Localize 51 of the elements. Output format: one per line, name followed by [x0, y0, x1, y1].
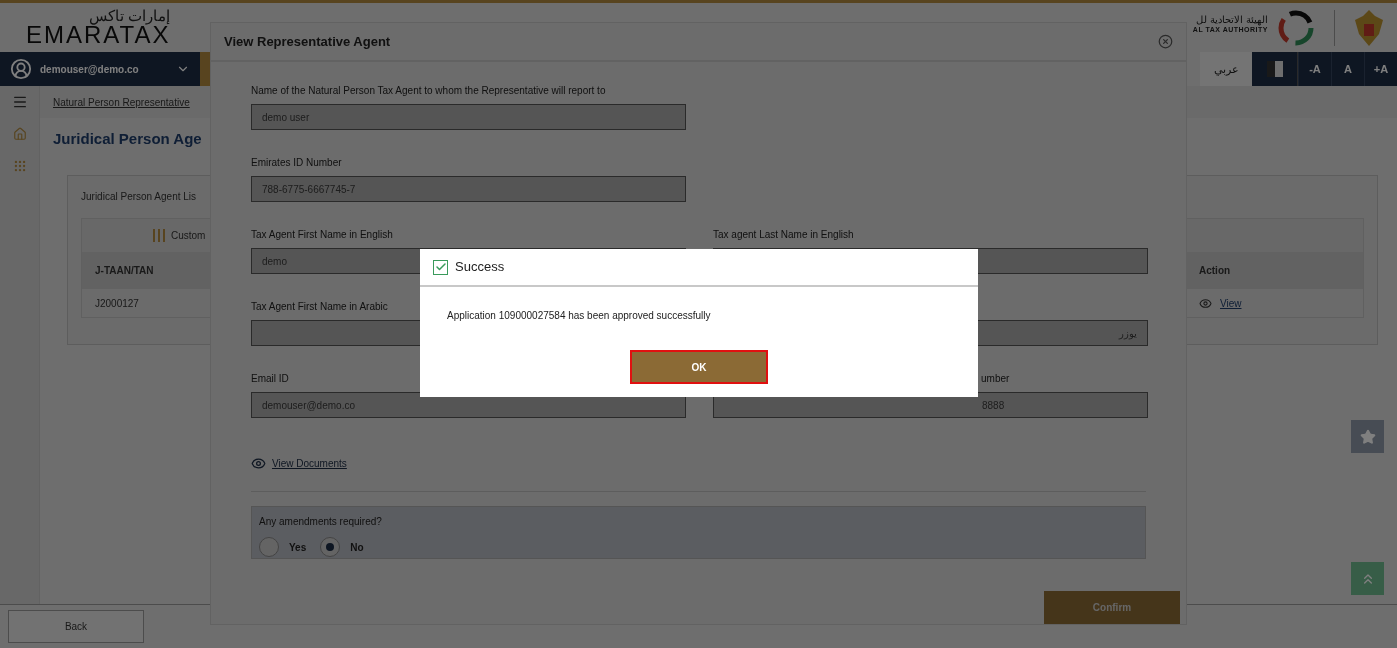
- falcon-emblem-icon: [1353, 7, 1385, 48]
- field-label: Tax Agent First Name in English: [251, 229, 393, 240]
- field-label: umber: [981, 373, 1010, 384]
- breadcrumb-link[interactable]: Natural Person Representative: [53, 94, 190, 110]
- accent-strip: [200, 52, 210, 86]
- back-button[interactable]: Back: [8, 610, 144, 643]
- user-menu[interactable]: demouser@demo.co: [0, 52, 200, 86]
- language-button[interactable]: عربي: [1200, 52, 1252, 86]
- page-title: Juridical Person Age: [53, 130, 202, 147]
- ok-button[interactable]: OK: [630, 350, 768, 384]
- home-icon[interactable]: [12, 127, 27, 141]
- checkbox-check-icon: [433, 259, 448, 275]
- group-header-text: Custom: [171, 229, 206, 243]
- dialog-title: Success: [455, 258, 505, 277]
- confirm-button[interactable]: Confirm: [1044, 591, 1180, 624]
- text-field[interactable]: 788-6775-6667745-7: [251, 176, 686, 202]
- eye-icon: [251, 456, 266, 471]
- modal-title: View Representative Agent: [224, 32, 391, 51]
- card-title: Juridical Person Agent Lis: [81, 191, 197, 202]
- view-link[interactable]: View: [1220, 295, 1242, 311]
- table-cell: J2000127: [95, 297, 139, 309]
- font-size-button[interactable]: -A: [1298, 52, 1331, 86]
- contrast-button[interactable]: [1252, 52, 1298, 86]
- star-icon: [1359, 428, 1376, 445]
- field-label: Email ID: [251, 373, 289, 384]
- grid-icon[interactable]: [12, 159, 27, 173]
- column-header: J-TAAN/TAN: [95, 265, 154, 276]
- field-label: Name of the Natural Person Tax Agent to whom the Representative will report to: [251, 85, 606, 96]
- font-size-button[interactable]: +A: [1364, 52, 1397, 86]
- radio-label: No: [350, 540, 364, 555]
- contrast-icon: [1266, 61, 1283, 77]
- avatar-icon: [10, 58, 32, 80]
- favorite-button[interactable]: [1351, 420, 1384, 453]
- menu-icon[interactable]: [11, 94, 28, 110]
- view-documents-link[interactable]: View Documents: [272, 456, 347, 471]
- radio-button[interactable]: [320, 537, 341, 557]
- field-label: Tax Agent First Name in Arabic: [251, 301, 388, 312]
- column-bars-icon: [153, 229, 165, 242]
- authority-arabic-text: الهيئة الاتحادية لل: [1196, 14, 1268, 25]
- logo-arabic-text: إمارات تاكس: [89, 8, 171, 23]
- column-header: Action: [1199, 265, 1231, 276]
- success-message: Application 109000027584 has been approved successfully: [447, 310, 711, 321]
- font-size-button[interactable]: A: [1331, 52, 1364, 86]
- amendments-question: Any amendments required?: [259, 516, 382, 527]
- field-label: Tax agent Last Name in English: [713, 229, 854, 240]
- scroll-top-button[interactable]: [1351, 562, 1384, 595]
- field-label: Emirates ID Number: [251, 157, 342, 168]
- close-icon[interactable]: [1158, 34, 1173, 49]
- radio-label: Yes: [289, 540, 307, 555]
- radio-button[interactable]: [259, 537, 279, 557]
- eye-icon: [1199, 296, 1212, 310]
